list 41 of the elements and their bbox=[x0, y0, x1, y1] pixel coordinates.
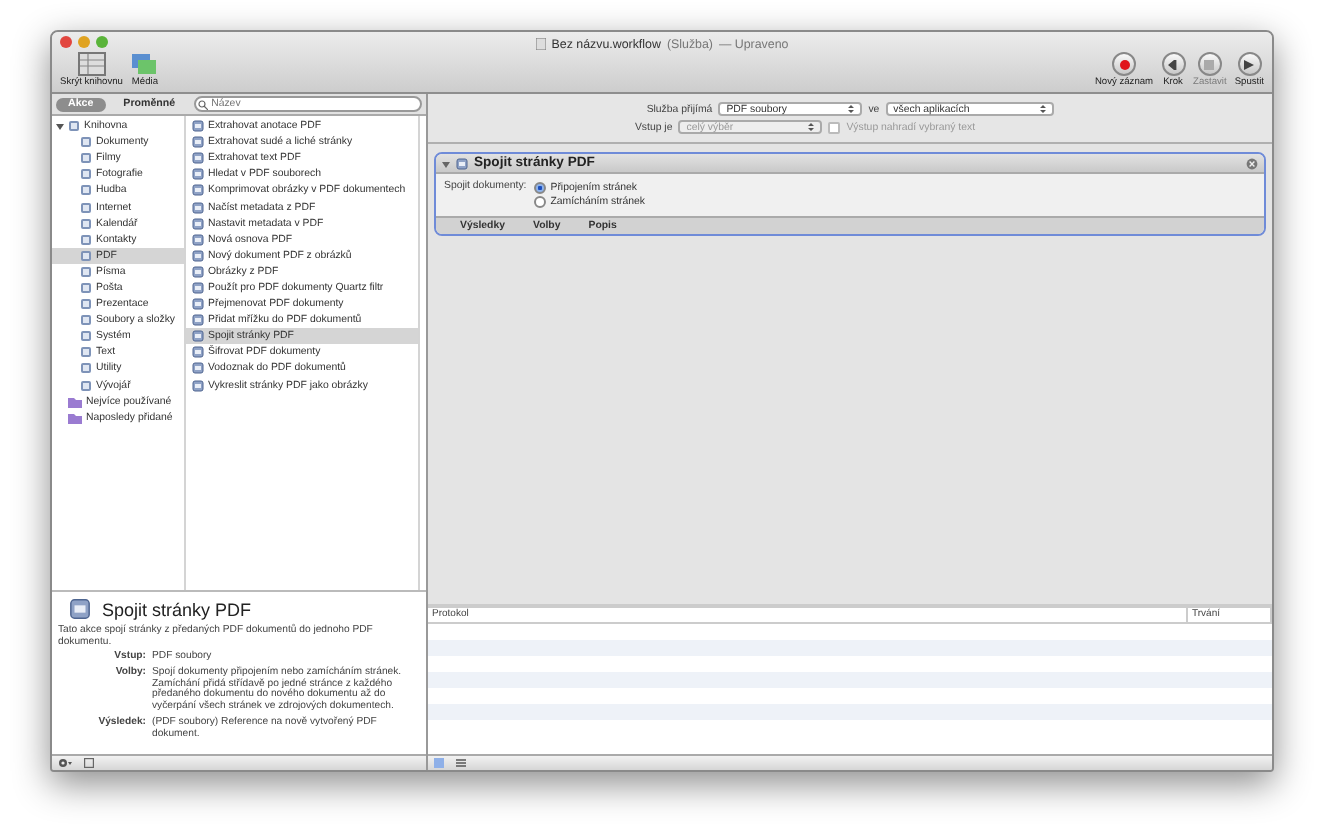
action-icon bbox=[192, 362, 204, 375]
description-icon[interactable] bbox=[84, 758, 94, 768]
search-icon bbox=[197, 99, 208, 109]
action-icon bbox=[192, 330, 204, 343]
action-icon bbox=[192, 184, 204, 197]
action-icon bbox=[192, 314, 204, 327]
action-icon bbox=[192, 379, 204, 392]
list-icon[interactable] bbox=[456, 758, 466, 768]
action-icon bbox=[192, 281, 204, 294]
action-icon bbox=[192, 201, 204, 214]
action-icon bbox=[68, 598, 92, 620]
action-icon bbox=[192, 298, 204, 311]
media-icon bbox=[130, 52, 159, 76]
popup-arrows-icon bbox=[848, 104, 855, 114]
play-icon bbox=[1237, 52, 1262, 76]
radio-button[interactable] bbox=[534, 195, 547, 207]
library-icon bbox=[77, 52, 106, 76]
action-icon bbox=[192, 346, 204, 359]
action-icon bbox=[192, 233, 204, 246]
action-icon bbox=[192, 217, 204, 230]
disclosure-icon[interactable] bbox=[442, 159, 450, 167]
step-icon bbox=[1161, 52, 1186, 76]
action-icon bbox=[192, 152, 204, 165]
radio-button[interactable] bbox=[534, 181, 547, 193]
action-icon bbox=[192, 249, 204, 262]
action-icon bbox=[192, 265, 204, 278]
close-icon[interactable] bbox=[60, 36, 72, 48]
disclosure-icon[interactable] bbox=[56, 122, 64, 131]
popup-arrows-icon bbox=[808, 122, 815, 132]
action-icon bbox=[192, 168, 204, 181]
popup-arrows-icon bbox=[1039, 104, 1046, 114]
gear-icon[interactable] bbox=[58, 758, 72, 768]
action-icon bbox=[192, 120, 204, 133]
stop-icon bbox=[1197, 52, 1222, 76]
document-icon bbox=[535, 38, 546, 50]
zoom-icon[interactable] bbox=[96, 36, 108, 48]
action-icon bbox=[456, 157, 468, 169]
description-title: Spojit stránky PDF bbox=[102, 599, 252, 619]
close-icon[interactable] bbox=[1246, 157, 1258, 169]
record-icon bbox=[1112, 52, 1136, 76]
action-icon bbox=[192, 136, 204, 149]
